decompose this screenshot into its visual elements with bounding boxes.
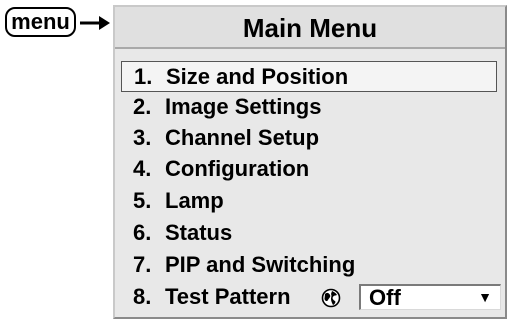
- menu-item-label: Configuration: [165, 156, 310, 181]
- right-arrow-icon: [80, 16, 110, 30]
- menu-item-configuration[interactable]: 4. Configuration: [121, 154, 497, 185]
- test-pattern-select[interactable]: Off ▼: [359, 284, 501, 310]
- menu-item-number: 1.: [134, 64, 153, 89]
- menu-item-number: 4.: [133, 156, 152, 181]
- menu-item-status[interactable]: 6. Status: [121, 218, 497, 249]
- menu-item-image-settings[interactable]: 2. Image Settings: [121, 92, 497, 123]
- menu-item-test-pattern[interactable]: 8. Test Pattern Off ▼: [121, 282, 501, 313]
- menu-item-lamp[interactable]: 5. Lamp: [121, 186, 497, 217]
- select-value: Off: [369, 285, 401, 310]
- menu-item-pip-and-switching[interactable]: 7. PIP and Switching: [121, 250, 497, 281]
- triangle-down-icon[interactable]: ▼: [478, 286, 492, 309]
- menu-item-label: Test Pattern: [165, 284, 291, 309]
- menu-key[interactable]: menu: [5, 7, 76, 37]
- menu-item-number: 3.: [133, 125, 152, 150]
- main-menu-panel: Main Menu 1. Size and Position 2. Image Se…: [113, 5, 507, 319]
- menu-item-channel-setup[interactable]: 3. Channel Setup: [121, 123, 497, 154]
- menu-item-number: 2.: [133, 94, 152, 119]
- menu-item-label: Size and Position: [166, 64, 349, 89]
- menu-item-label: PIP and Switching: [165, 252, 356, 277]
- menu-item-size-and-position[interactable]: 1. Size and Position: [121, 61, 497, 92]
- menu-title: Main Menu: [115, 7, 505, 49]
- menu-item-number: 8.: [133, 284, 152, 309]
- menu-item-number: 5.: [133, 188, 152, 213]
- menu-item-number: 6.: [133, 220, 152, 245]
- globe-icon: [321, 288, 341, 308]
- menu-item-label: Channel Setup: [165, 125, 320, 150]
- menu-item-number: 7.: [133, 252, 152, 277]
- menu-item-label: Lamp: [165, 188, 224, 213]
- menu-item-label: Status: [165, 220, 233, 245]
- menu-item-label: Image Settings: [165, 94, 322, 119]
